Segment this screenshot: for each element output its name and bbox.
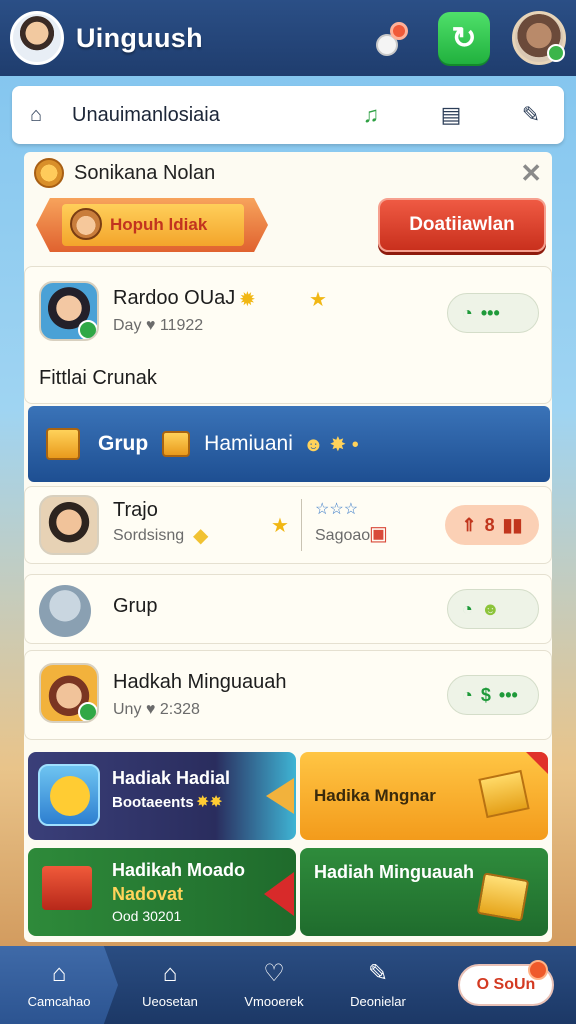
group-banner-sub-label: Hamiuani [204,432,293,455]
refresh-button[interactable]: ↻ [438,12,490,64]
sparkle-icon: ✸✸ [196,794,223,811]
player-sub-2: Sagoao [315,527,371,544]
player-card[interactable]: Trajo Sordsisng ◆ ★ ☆☆☆ Sagoao ▣ ⇑ 8 ▮▮ [24,486,552,564]
group-banner[interactable]: Grup Hamiuani ☻ ✸ • [28,406,550,482]
profile-avatar[interactable] [512,11,566,65]
reward-tile-3[interactable]: Hadikah Moado Nadovat Ood 30201 [28,848,296,936]
timer-icon: ◔ [462,598,473,619]
player-name: Hadkah Minguauah [113,671,287,693]
player-avatar [39,281,99,341]
sub-navigation: ⌂ Unauimanlosiaia ♫ ▤ ✎ [12,86,564,144]
notice-text: Sonikana Nolan [74,161,216,184]
pill-value: $ [480,684,491,705]
rating-stars: ☆☆☆ [315,501,359,518]
more-icon: ••• [480,302,500,323]
more-icon: ••• [498,684,518,705]
group-card[interactable]: Grup ◔ ☻ [24,574,552,644]
house-outline-icon: ⌂ [162,959,178,987]
promo-ribbon-button[interactable]: Hopuh ldiak [36,198,268,252]
player-avatar [39,663,99,723]
status-pill[interactable]: ◔ ☻ [447,589,539,629]
up-arrow-icon: ⇑ [461,514,477,535]
smile-icon: ☻ ✸ • [302,433,359,456]
divider [301,499,302,551]
coin-box-icon [476,872,530,922]
player-name: Trajo [113,499,158,521]
timer-icon: ◔ [462,684,473,705]
cta-button[interactable]: Doatiiawlan [378,198,546,252]
ribbon-label: Hopuh ldiak [110,215,208,234]
star-icon: ✹ [239,289,256,311]
star-icon: ★ [271,515,289,537]
status-pill[interactable]: ◔ ••• [447,293,539,333]
inbox-icon[interactable]: ▤ [436,102,466,128]
notice-row: Sonikana Nolan ✕ [24,152,552,194]
edit-icon: ✎ [367,959,389,987]
arrow-icon [264,872,294,916]
user-avatar[interactable] [10,11,64,65]
nav-label: Deonielar [350,993,406,1009]
box-icon [478,769,530,819]
corner-badge [526,752,548,774]
home-icon[interactable]: ⌂ [30,104,58,127]
app-title: Uinguush [76,22,203,53]
timer-icon: ◔ [462,302,473,323]
smile-coin-icon [38,764,100,826]
tile-sub-2: Ood 30201 [112,908,182,924]
coin-icon [34,158,64,188]
player-card[interactable]: Rardoo OUaJ ✹ ★ Day ♥ 11922 ◔ ••• Fittlai… [24,266,552,404]
reward-tile-2[interactable]: Hadika Mngnar [300,752,548,840]
gift-icon [46,428,80,460]
nav-label: Camcahao [27,993,91,1009]
reward-tile-4[interactable]: Hadiah Minguauah [300,848,548,936]
reward-tile-1[interactable]: Hadiak Hadial Bootaeents ✸✸ [28,752,296,840]
score-value: 8 [484,514,495,535]
nav-item-2[interactable]: ⌂ Ueosetan [118,946,222,1024]
star-icon: ★ [309,289,327,311]
player-sub: Uny ♥ 2:328 [113,701,200,718]
tile-title: Hadiak Hadial [112,768,231,788]
player-name: Rardoo OUaJ [113,287,236,309]
bell-outline-icon[interactable]: ♫ [356,102,386,128]
book-icon: ▣ [369,523,388,545]
character-face-icon [70,208,102,240]
home-icon: ⌂ [51,959,67,987]
tile-title: Hadikah Moado [112,860,246,880]
close-icon[interactable]: ✕ [520,158,542,189]
status-pill[interactable]: ◔ $ ••• [447,675,539,715]
nav-item-4[interactable]: ✎ Deonielar [326,946,430,1024]
score-pill[interactable]: ⇑ 8 ▮▮ [445,505,539,545]
nav-label: Ueosetan [142,993,198,1009]
tile-sub: Nadovat [112,884,184,904]
tile-title: Hadiah Minguauah [314,862,475,882]
nav-label: Vmooerek [244,993,304,1009]
section-title: Fittlai Crunak [39,367,157,389]
chart-icon: ▮▮ [502,514,523,535]
refresh-icon: ↻ [451,21,477,55]
player-sub: Sordsisng [113,527,185,544]
group-name: Grup [113,595,158,617]
player-sub: Day ♥ 11922 [113,317,204,334]
gift-icon [162,431,191,457]
tag-icon: ◆ [193,525,209,547]
bottom-cta-label: O SoUn [476,976,536,993]
notification-bell-icon[interactable] [370,16,414,60]
group-banner-label: Grup [98,432,149,455]
nav-item-home[interactable]: ⌂ Camcahao [0,946,118,1024]
subnav-label: Unauimanlosiaia [72,103,220,126]
gift-box-icon [42,866,92,910]
arrow-icon [266,778,294,814]
emoji-icon: ☻ [480,598,500,619]
wrench-icon[interactable]: ✎ [516,102,546,128]
group-avatar [39,585,91,637]
player-card[interactable]: Hadkah Minguauah Uny ♥ 2:328 ◔ $ ••• [24,650,552,740]
tile-sub: Bootaeents [112,794,194,811]
tile-title: Hadika Mngnar [314,786,436,805]
shield-icon: ♡ [263,959,285,987]
top-bar: Uinguush ↻ [0,0,576,76]
bottom-cta-button[interactable]: O SoUn [458,960,554,1006]
nav-item-3[interactable]: ♡ Vmooerek [222,946,326,1024]
player-avatar [39,495,99,555]
notification-dot [528,960,548,980]
